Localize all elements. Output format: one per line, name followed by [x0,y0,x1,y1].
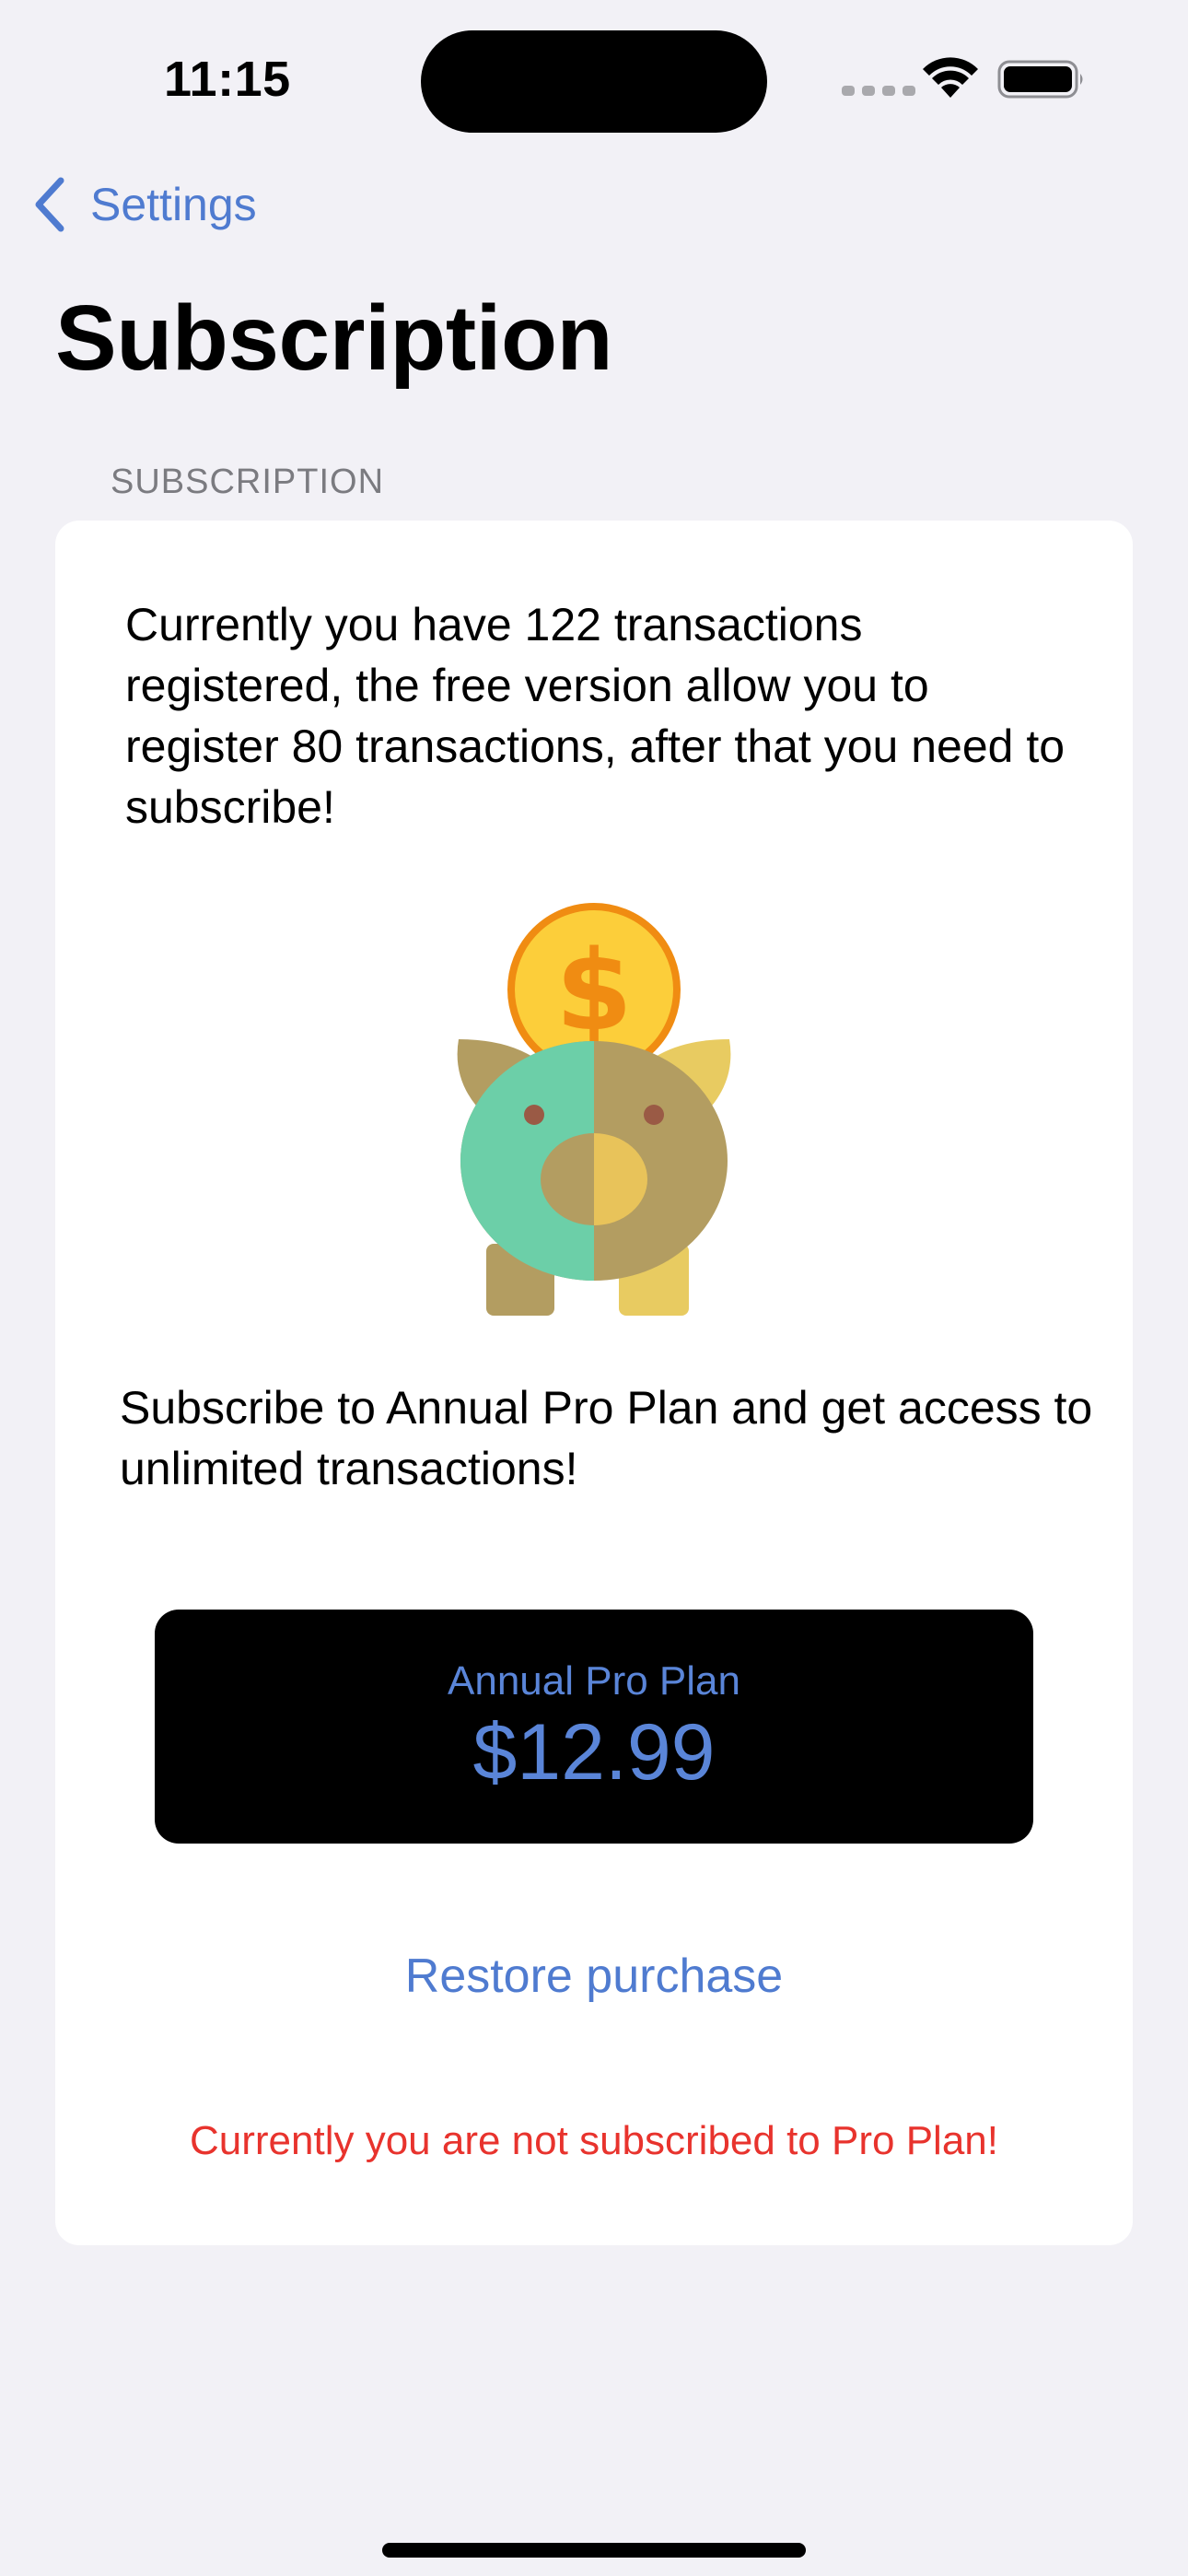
plan-price: $12.99 [472,1708,716,1797]
dynamic-island [421,30,767,133]
cellular-signal-icon [842,86,915,96]
subscribe-promo-text: Subscribe to Annual Pro Plan and get acc… [120,1382,1093,1494]
transactions-info-text: Currently you have 122 transactions regi… [125,599,1066,833]
subscription-card: Currently you have 122 transactions regi… [55,521,1133,2245]
piggy-bank-coin-icon: $ [457,903,731,1316]
page-title: Subscription [55,287,613,390]
back-button-label: Settings [90,179,257,230]
restore-purchase-button[interactable]: Restore purchase [55,1949,1133,2004]
plan-name: Annual Pro Plan [448,1658,740,1704]
annual-pro-plan-button[interactable]: Annual Pro Plan $12.99 [155,1610,1033,1844]
home-indicator[interactable] [382,2543,806,2558]
chevron-left-icon [35,177,64,232]
wifi-icon [923,57,978,98]
back-button[interactable]: Settings [33,177,257,232]
status-time: 11:15 [164,52,291,107]
battery-icon [997,60,1083,99]
svg-text:$: $ [555,928,633,1056]
section-header: SUBSCRIPTION [111,463,385,501]
subscription-status-message: Currently you are not subscribed to Pro … [189,2118,998,2163]
